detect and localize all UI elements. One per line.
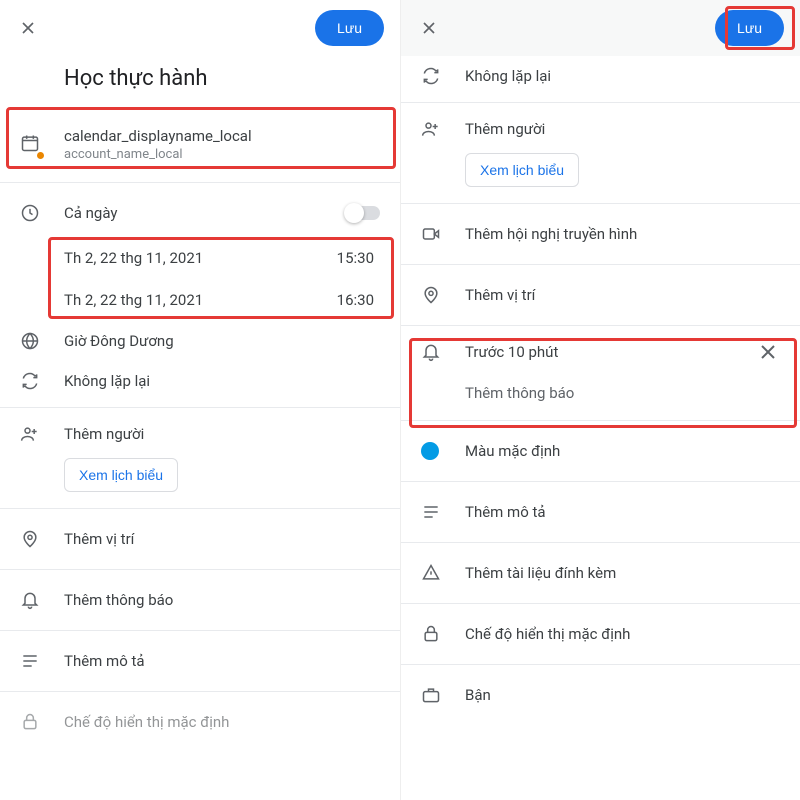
close-icon[interactable]	[16, 16, 40, 40]
add-people-row[interactable]: Thêm người	[401, 109, 800, 149]
color-dot-icon	[421, 442, 465, 460]
add-attachment-row[interactable]: Thêm tài liệu đính kèm	[401, 549, 800, 597]
add-people-row[interactable]: Thêm người	[0, 414, 400, 454]
start-datetime[interactable]: Th 2, 22 thg 11, 2021 15:30	[0, 237, 400, 279]
location-icon	[421, 285, 465, 305]
end-datetime[interactable]: Th 2, 22 thg 11, 2021 16:30	[0, 279, 400, 321]
add-description-row[interactable]: Thêm mô tả	[401, 488, 800, 536]
reminder-row[interactable]: Trước 10 phút	[401, 332, 800, 372]
save-button[interactable]: Lưu	[315, 10, 384, 46]
availability-label: Bận	[465, 686, 491, 704]
close-icon[interactable]	[417, 16, 441, 40]
repeat-row[interactable]: Không lặp lại	[401, 56, 800, 96]
add-notification-row[interactable]: Thêm thông báo	[0, 576, 400, 624]
add-location-label: Thêm vị trí	[465, 286, 535, 304]
repeat-icon	[421, 66, 465, 86]
color-label: Màu mặc định	[465, 442, 560, 460]
start-time[interactable]: 15:30	[337, 249, 380, 267]
event-title[interactable]: Học thực hành	[0, 56, 400, 113]
add-location-row[interactable]: Thêm vị trí	[0, 515, 400, 563]
description-icon	[20, 651, 64, 671]
add-description-row[interactable]: Thêm mô tả	[0, 637, 400, 685]
people-icon	[20, 424, 64, 444]
calendar-icon	[20, 133, 40, 157]
attachment-icon	[421, 563, 465, 583]
repeat-row[interactable]: Không lặp lại	[0, 361, 400, 401]
end-time[interactable]: 16:30	[337, 291, 380, 309]
left-pane: Lưu Học thực hành calendar_displayname_l…	[0, 0, 400, 800]
reminder-label: Trước 10 phút	[465, 343, 558, 361]
add-attachment-label: Thêm tài liệu đính kèm	[465, 564, 616, 582]
save-button[interactable]: Lưu	[715, 10, 784, 46]
add-description-label: Thêm mô tả	[64, 652, 145, 670]
add-people-label: Thêm người	[64, 425, 144, 443]
all-day-toggle[interactable]	[346, 206, 380, 220]
availability-row[interactable]: Bận	[401, 671, 800, 719]
clock-icon	[20, 203, 64, 223]
view-schedules-button[interactable]: Xem lịch biểu	[465, 153, 579, 187]
add-video-row[interactable]: Thêm hội nghị truyền hình	[401, 210, 800, 258]
visibility-label: Chế độ hiển thị mặc định	[465, 625, 630, 643]
view-schedules-button[interactable]: Xem lịch biểu	[64, 458, 178, 492]
end-date[interactable]: Th 2, 22 thg 11, 2021	[64, 291, 337, 309]
timezone-row[interactable]: Giờ Đông Dương	[0, 321, 400, 361]
people-icon	[421, 119, 465, 139]
add-notification-row[interactable]: Thêm thông báo	[401, 372, 800, 414]
header: Lưu	[0, 0, 400, 56]
calendar-name: calendar_displayname_local	[64, 127, 380, 145]
briefcase-icon	[421, 685, 465, 705]
account-name: account_name_local	[64, 147, 380, 162]
all-day-row[interactable]: Cả ngày	[0, 189, 400, 237]
visibility-row[interactable]: Chế độ hiển thị mặc định	[401, 610, 800, 658]
repeat-icon	[20, 371, 64, 391]
color-row[interactable]: Màu mặc định	[401, 427, 800, 475]
add-video-label: Thêm hội nghị truyền hình	[465, 225, 637, 243]
visibility-label: Chế độ hiển thị mặc định	[64, 713, 229, 731]
location-icon	[20, 529, 64, 549]
calendar-picker[interactable]: calendar_displayname_local account_name_…	[0, 113, 400, 176]
add-location-row[interactable]: Thêm vị trí	[401, 271, 800, 319]
video-icon	[421, 224, 465, 244]
repeat-label: Không lặp lại	[64, 372, 150, 390]
add-people-label: Thêm người	[465, 120, 545, 138]
visibility-row[interactable]: Chế độ hiển thị mặc định	[0, 698, 400, 746]
description-icon	[421, 502, 465, 522]
globe-icon	[20, 331, 64, 351]
right-pane: Lưu Không lặp lại Thêm người Xem lịch bi…	[400, 0, 800, 800]
header: Lưu	[401, 0, 800, 56]
repeat-label: Không lặp lại	[465, 67, 551, 85]
visibility-icon	[20, 712, 64, 732]
add-location-label: Thêm vị trí	[64, 530, 134, 548]
remove-reminder-icon[interactable]	[756, 340, 780, 364]
bell-icon	[20, 590, 64, 610]
bell-icon	[421, 342, 465, 362]
all-day-label: Cả ngày	[64, 204, 118, 222]
start-date[interactable]: Th 2, 22 thg 11, 2021	[64, 249, 337, 267]
timezone-label: Giờ Đông Dương	[64, 332, 174, 350]
add-notification-label: Thêm thông báo	[64, 591, 173, 609]
add-description-label: Thêm mô tả	[465, 503, 546, 521]
lock-icon	[421, 624, 465, 644]
